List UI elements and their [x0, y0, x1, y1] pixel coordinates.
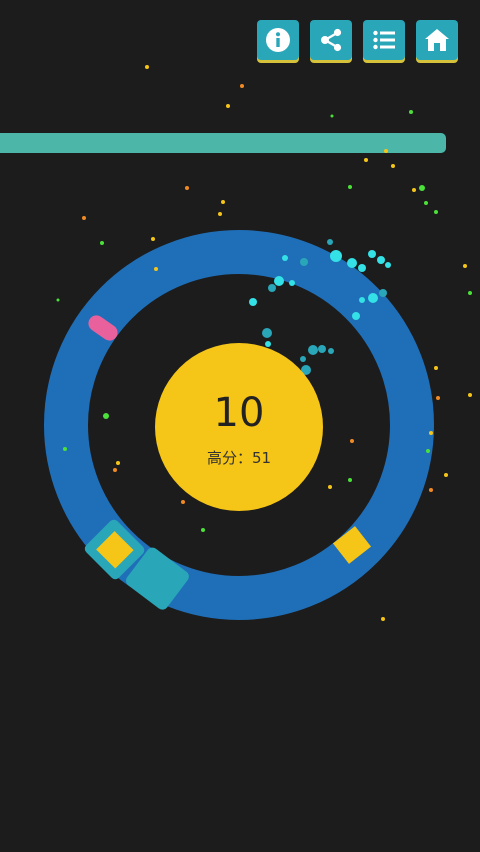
high-score: 高分：51 — [207, 447, 271, 468]
high-score-separator: ： — [236, 448, 252, 467]
score-disc: 10 高分：51 — [155, 343, 323, 511]
high-score-value: 51 — [251, 448, 272, 467]
score-value: 10 — [213, 389, 265, 436]
high-score-label: 高分 — [206, 448, 237, 467]
